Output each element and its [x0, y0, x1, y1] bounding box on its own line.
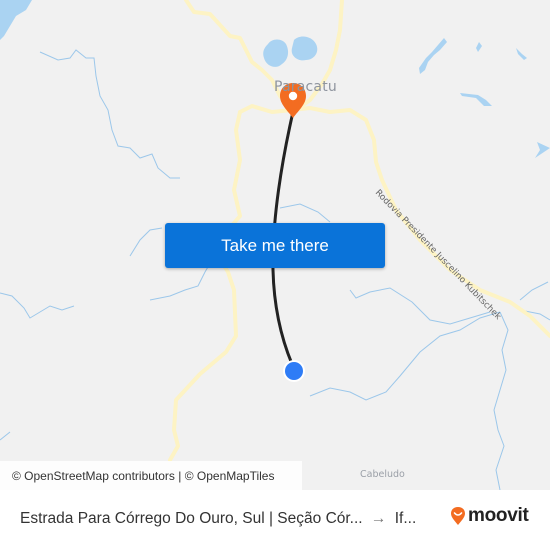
pond-ne-5: [535, 142, 550, 158]
origin-stop-name: Estrada Para Córrego Do Ouro, Sul | Seçã…: [20, 510, 363, 527]
map-attribution[interactable]: © OpenStreetMap contributors | © OpenMap…: [0, 461, 302, 490]
pond-ne-4: [460, 93, 492, 106]
place-label-city: Paracatu: [274, 79, 337, 95]
take-me-there-button[interactable]: Take me there: [165, 223, 385, 268]
lake-topleft: [0, 0, 32, 40]
origin-dot[interactable]: [283, 360, 305, 382]
route-summary: Estrada Para Córrego Do Ouro, Sul | Seçã…: [20, 510, 416, 528]
pond-ne-1: [419, 38, 447, 74]
lake-paracatu-west: [263, 39, 289, 67]
pond-ne-2: [476, 42, 482, 52]
moovit-pin-icon: [451, 507, 465, 525]
footer-bar: Estrada Para Córrego Do Ouro, Sul | Seçã…: [0, 490, 550, 550]
rivers: [0, 49, 550, 490]
arrow-right-icon: →: [370, 510, 387, 527]
moovit-wordmark: moovit: [468, 505, 529, 526]
page: Paracatu Cabeludo Rodovia Presidente Jus…: [0, 0, 550, 550]
destination-stop-name: If...: [394, 510, 417, 527]
pond-ne-3: [516, 48, 527, 60]
map-view[interactable]: Paracatu Cabeludo Rodovia Presidente Jus…: [0, 0, 550, 490]
place-label-locality: Cabeludo: [360, 469, 405, 480]
moovit-logo[interactable]: moovit: [450, 505, 529, 527]
lake-paracatu-east: [291, 36, 318, 61]
